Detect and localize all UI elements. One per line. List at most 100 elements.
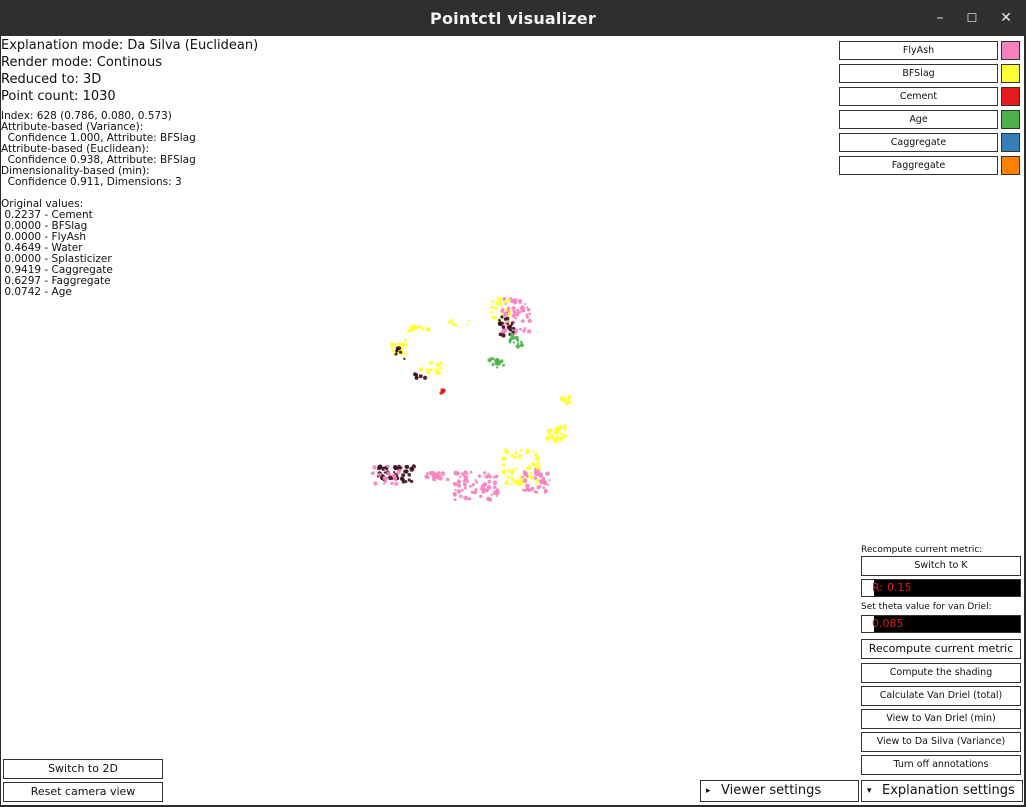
data-point[interactable] — [469, 484, 472, 488]
data-point[interactable] — [528, 312, 531, 316]
data-point[interactable] — [407, 473, 412, 477]
data-point[interactable] — [506, 469, 511, 473]
data-point[interactable] — [506, 322, 509, 325]
theta-value-input[interactable]: 0.085 — [861, 615, 1021, 633]
data-point[interactable] — [520, 319, 524, 323]
data-point[interactable] — [490, 310, 494, 314]
data-point[interactable] — [453, 498, 457, 502]
data-point[interactable] — [432, 368, 436, 372]
data-point[interactable] — [403, 357, 406, 361]
data-point[interactable] — [459, 494, 463, 498]
data-point[interactable] — [508, 341, 512, 344]
data-point[interactable] — [404, 465, 408, 469]
switch-to-2d-button[interactable]: Switch to 2D — [3, 759, 163, 779]
data-point[interactable] — [524, 303, 527, 306]
data-point[interactable] — [418, 367, 424, 372]
data-point[interactable] — [428, 471, 433, 476]
data-point[interactable] — [490, 305, 494, 309]
data-point[interactable] — [518, 474, 522, 478]
data-point[interactable] — [467, 320, 471, 323]
data-point[interactable] — [404, 480, 408, 484]
data-point[interactable] — [533, 490, 537, 494]
minimize-icon[interactable]: – — [930, 8, 950, 28]
data-point[interactable] — [446, 477, 450, 482]
data-point[interactable] — [404, 352, 407, 356]
data-point[interactable] — [510, 482, 514, 486]
data-point[interactable] — [462, 480, 466, 483]
data-point[interactable] — [523, 471, 528, 476]
data-point[interactable] — [454, 488, 457, 492]
data-point[interactable] — [462, 496, 465, 499]
data-point[interactable] — [542, 486, 545, 490]
data-point[interactable] — [533, 476, 538, 480]
data-point[interactable] — [501, 468, 506, 474]
data-point[interactable] — [490, 493, 493, 496]
data-point[interactable] — [504, 481, 509, 486]
legend-item-bfslag[interactable]: BFSlag — [839, 64, 1023, 83]
visualizer-canvas[interactable]: Explanation mode: Da Silva (Euclidean) R… — [1, 36, 1024, 805]
data-point[interactable] — [562, 433, 567, 439]
data-point[interactable] — [547, 483, 550, 487]
data-point[interactable] — [421, 328, 425, 331]
data-point[interactable] — [426, 472, 429, 475]
data-point[interactable] — [512, 341, 515, 344]
data-point[interactable] — [429, 361, 432, 365]
data-point[interactable] — [399, 466, 403, 470]
data-point[interactable] — [468, 497, 472, 501]
data-point[interactable] — [447, 320, 451, 324]
data-point[interactable] — [423, 375, 428, 380]
data-point[interactable] — [517, 453, 522, 458]
data-point[interactable] — [482, 471, 487, 475]
maximize-icon[interactable]: ☐ — [962, 8, 982, 28]
data-point[interactable] — [495, 494, 498, 497]
data-point[interactable] — [559, 432, 563, 436]
data-point[interactable] — [549, 428, 553, 432]
data-point[interactable] — [460, 472, 464, 475]
data-point[interactable] — [396, 342, 402, 347]
data-point[interactable] — [382, 475, 388, 481]
data-point[interactable] — [538, 479, 543, 483]
data-point[interactable] — [534, 483, 538, 486]
data-point[interactable] — [545, 471, 550, 477]
data-point[interactable] — [526, 475, 529, 478]
color-swatch[interactable] — [1001, 156, 1020, 175]
data-point[interactable] — [511, 326, 515, 330]
data-point[interactable] — [496, 366, 499, 369]
data-point[interactable] — [390, 481, 394, 486]
color-swatch[interactable] — [1001, 133, 1020, 152]
data-point[interactable] — [440, 471, 446, 476]
data-point[interactable] — [465, 323, 468, 326]
data-point[interactable] — [460, 488, 464, 492]
data-point[interactable] — [373, 481, 378, 486]
data-point[interactable] — [509, 337, 513, 341]
data-point[interactable] — [511, 306, 516, 311]
data-point[interactable] — [488, 497, 493, 502]
data-point[interactable] — [371, 471, 375, 476]
data-point[interactable] — [503, 328, 508, 333]
data-point[interactable] — [499, 359, 504, 364]
data-point[interactable] — [534, 452, 538, 457]
data-point[interactable] — [512, 456, 515, 459]
data-point[interactable] — [507, 298, 511, 302]
color-swatch[interactable] — [1001, 110, 1020, 129]
legend-label[interactable]: FlyAsh — [839, 41, 998, 60]
legend-label[interactable]: Faggregate — [839, 156, 998, 175]
data-point[interactable] — [545, 437, 548, 440]
data-point[interactable] — [459, 475, 462, 479]
data-point[interactable] — [492, 480, 498, 486]
data-point[interactable] — [439, 391, 443, 395]
data-point[interactable] — [496, 296, 499, 299]
data-point[interactable] — [391, 342, 397, 348]
theta-field-value[interactable]: 0.085 — [872, 616, 904, 632]
data-point[interactable] — [436, 362, 440, 365]
data-point[interactable] — [411, 327, 416, 332]
data-point[interactable] — [514, 467, 517, 471]
data-point[interactable] — [530, 487, 535, 491]
data-point[interactable] — [522, 329, 526, 333]
data-point[interactable] — [501, 333, 506, 338]
reset-camera-button[interactable]: Reset camera view — [3, 782, 163, 802]
data-point[interactable] — [512, 309, 517, 314]
data-point[interactable] — [503, 313, 507, 317]
data-point[interactable] — [377, 472, 382, 477]
data-point[interactable] — [403, 469, 408, 474]
